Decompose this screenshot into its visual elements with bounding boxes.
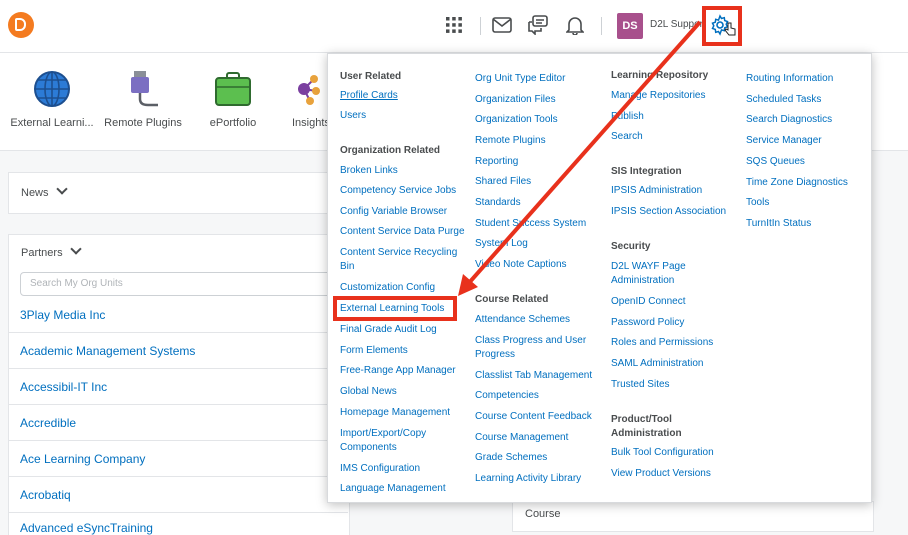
annotation-arrow xyxy=(458,20,702,296)
